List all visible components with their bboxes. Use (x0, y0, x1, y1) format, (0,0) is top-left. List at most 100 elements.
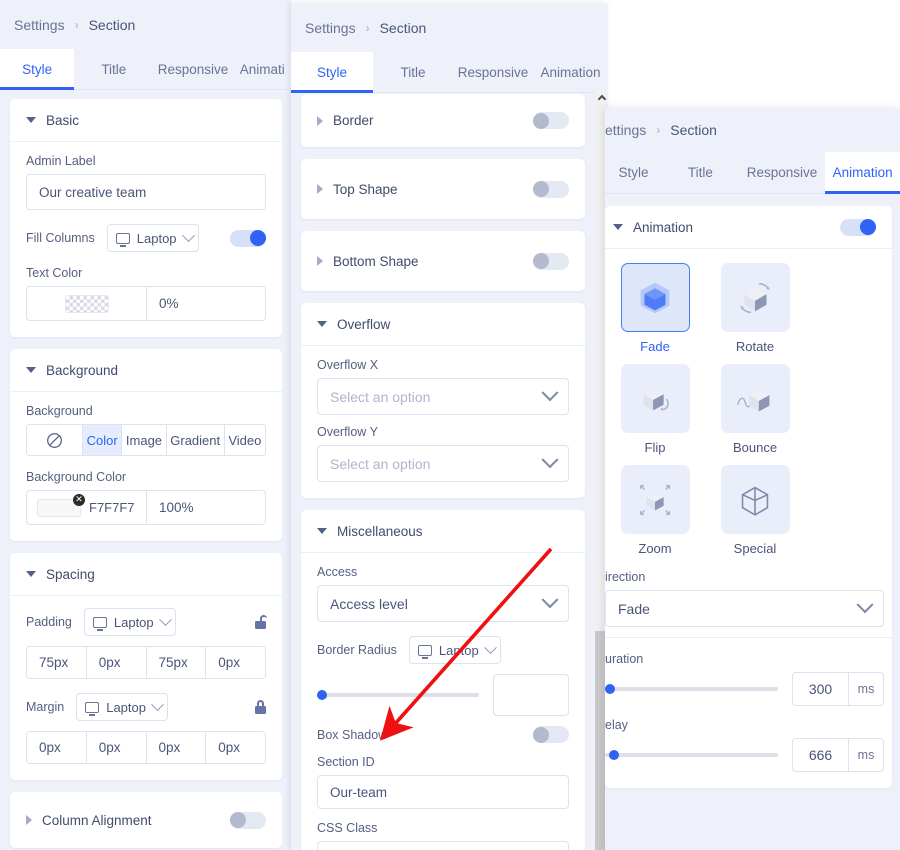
breadcrumb-root[interactable]: Settings (305, 20, 356, 36)
tab-responsive[interactable]: Responsive (739, 152, 826, 193)
chevron-down-icon[interactable] (613, 224, 623, 230)
access-select[interactable]: Access level (317, 585, 569, 622)
tab-title[interactable]: Title (373, 52, 453, 92)
tab-animation[interactable]: Animation (533, 52, 608, 92)
delay-slider[interactable] (605, 748, 778, 762)
padding-device-select[interactable]: Laptop (83, 608, 176, 636)
breadcrumb-separator-icon: › (656, 123, 661, 137)
background-color-swatch[interactable]: ✕ (37, 493, 85, 517)
chevron-down-icon[interactable] (26, 367, 36, 373)
margin-left-input[interactable]: 0px (206, 732, 265, 763)
border-toggle[interactable] (533, 112, 569, 129)
border-radius-slider[interactable] (317, 688, 479, 702)
overflow-y-select[interactable]: Select an option (317, 445, 569, 482)
margin-bottom-input[interactable]: 0px (146, 732, 207, 763)
chevron-right-icon[interactable] (317, 184, 323, 194)
animation-option-zoom[interactable]: Zoom (605, 465, 705, 556)
margin-top-input[interactable]: 0px (27, 732, 87, 763)
card-column-alignment-header[interactable]: Column Alignment (10, 792, 282, 848)
animation-toggle[interactable] (840, 218, 876, 236)
animation-option-flip[interactable]: Flip (605, 364, 705, 455)
animation-tile[interactable] (720, 465, 790, 534)
scroll-up-arrow[interactable] (595, 91, 608, 104)
chevron-down-icon[interactable] (317, 528, 327, 534)
padding-right-input[interactable]: 0px (86, 647, 147, 678)
border-radius-input[interactable] (493, 674, 569, 716)
animation-option-special[interactable]: Special (705, 465, 805, 556)
text-color-opacity[interactable]: 0% (147, 296, 179, 311)
tab-animation[interactable]: Animati (233, 49, 292, 89)
animation-tile[interactable] (720, 364, 790, 433)
background-type-color[interactable]: Color (83, 425, 123, 455)
column-alignment-toggle[interactable] (230, 811, 266, 829)
card-spacing-header[interactable]: Spacing (10, 553, 282, 596)
background-type-gradient[interactable]: Gradient (166, 425, 225, 455)
delay-value[interactable]: 666 (793, 739, 849, 771)
top-shape-toggle[interactable] (533, 180, 569, 198)
animation-tile[interactable] (620, 263, 690, 332)
delay-field[interactable]: 666 ms (792, 738, 884, 772)
card-miscellaneous-header[interactable]: Miscellaneous (301, 510, 585, 553)
margin-device-select[interactable]: Laptop (76, 693, 169, 721)
padding-lock-icon[interactable] (255, 615, 267, 629)
background-type-none[interactable] (27, 425, 83, 455)
padding-left-input[interactable]: 0px (206, 647, 265, 678)
padding-top-input[interactable]: 75px (27, 647, 87, 678)
card-bottom-shape-header[interactable]: Bottom Shape (301, 231, 585, 291)
fill-columns-device-select[interactable]: Laptop (106, 224, 199, 252)
slider-handle[interactable] (609, 750, 619, 760)
card-border-header[interactable]: Border (301, 94, 585, 147)
clear-color-icon[interactable]: ✕ (73, 493, 85, 506)
duration-field[interactable]: 300 ms (792, 672, 884, 706)
tab-style[interactable]: Style (0, 49, 75, 90)
admin-label-input[interactable]: Our creative team (26, 174, 266, 210)
padding-bottom-input[interactable]: 75px (146, 647, 207, 678)
section-id-input[interactable]: Our-team (317, 775, 569, 809)
box-shadow-toggle[interactable] (533, 726, 569, 743)
tab-style[interactable]: Style (605, 152, 662, 193)
chevron-down-icon[interactable] (26, 117, 36, 123)
tab-responsive[interactable]: Responsive (153, 49, 232, 89)
animation-direction-select[interactable]: Fade (605, 590, 884, 627)
card-overflow-header[interactable]: Overflow (301, 303, 585, 346)
tab-title[interactable]: Title (662, 152, 739, 193)
animation-option-fade[interactable]: Fade (605, 263, 705, 354)
background-color-opacity[interactable]: 100% (147, 500, 194, 515)
animation-tile[interactable] (620, 465, 690, 534)
slider-handle[interactable] (605, 684, 615, 694)
css-class-input[interactable] (317, 841, 569, 850)
background-type-image[interactable]: Image (122, 425, 167, 455)
breadcrumb-root[interactable]: Settings (14, 17, 65, 33)
chevron-down-icon[interactable] (26, 571, 36, 577)
toggle-knob (860, 219, 876, 235)
card-basic-header[interactable]: Basic (10, 99, 282, 142)
breadcrumb-root[interactable]: ettings (605, 122, 646, 138)
animation-option-bounce[interactable]: Bounce (705, 364, 805, 455)
tab-style[interactable]: Style (291, 52, 373, 93)
tab-animation[interactable]: Animation (825, 152, 900, 194)
background-color-hex[interactable]: F7F7F7 (89, 500, 135, 515)
border-radius-device-select[interactable]: Laptop (408, 636, 501, 664)
animation-tile[interactable] (620, 364, 690, 433)
chevron-right-icon[interactable] (317, 256, 323, 266)
card-animation-header[interactable]: Animation (605, 206, 892, 249)
slider-handle[interactable] (317, 690, 327, 700)
tab-responsive[interactable]: Responsive (453, 52, 533, 92)
margin-lock-icon[interactable] (255, 700, 266, 714)
margin-right-input[interactable]: 0px (86, 732, 147, 763)
chevron-right-icon[interactable] (26, 815, 32, 825)
tab-title[interactable]: Title (74, 49, 153, 89)
duration-slider[interactable] (605, 682, 778, 696)
card-top-shape-header[interactable]: Top Shape (301, 159, 585, 219)
animation-tile[interactable] (720, 263, 790, 332)
animation-option-rotate[interactable]: Rotate (705, 263, 805, 354)
chevron-right-icon[interactable] (317, 115, 323, 126)
card-background-header[interactable]: Background (10, 349, 282, 392)
chevron-down-icon[interactable] (317, 321, 327, 327)
fill-columns-toggle[interactable] (230, 229, 266, 247)
bottom-shape-toggle[interactable] (533, 252, 569, 270)
overflow-x-select[interactable]: Select an option (317, 378, 569, 415)
text-color-swatch[interactable] (27, 287, 147, 320)
background-type-video[interactable]: Video (224, 425, 265, 455)
duration-value[interactable]: 300 (793, 673, 849, 705)
